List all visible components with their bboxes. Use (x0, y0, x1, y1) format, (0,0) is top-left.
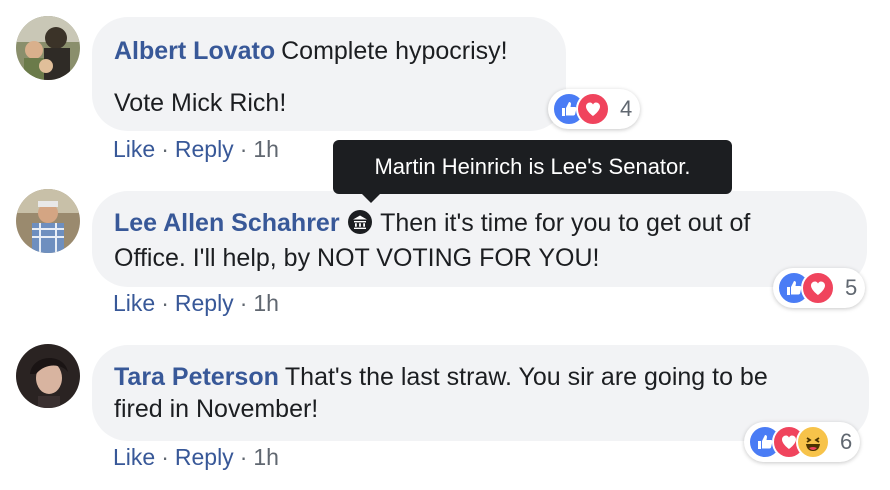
comment-text: Vote Mick Rich! (114, 89, 287, 117)
reply-link[interactable]: Reply (175, 136, 234, 162)
like-link[interactable]: Like (113, 444, 155, 470)
comment-line-1: Lee Allen Schahrer Then it's time for yo… (114, 207, 845, 242)
comment-author[interactable]: Lee Allen Schahrer (114, 209, 340, 237)
comment-author[interactable]: Albert Lovato (114, 37, 275, 65)
love-icon (576, 92, 610, 126)
separator: · (161, 290, 169, 316)
avatar[interactable] (16, 344, 80, 408)
government-building-icon[interactable] (347, 210, 372, 242)
reactions-summary[interactable]: 5 (773, 268, 866, 308)
like-link[interactable]: Like (113, 136, 155, 162)
comment-author[interactable]: Tara Peterson (114, 363, 279, 391)
comment-line-2: Office. I'll help, by NOT VOTING FOR YOU… (114, 242, 845, 274)
comment-line-2: fired in November! (114, 393, 847, 425)
comment-actions: Like · Reply · 1h (113, 136, 279, 163)
comment-text: Then it's time for you to get out of (380, 209, 751, 237)
separator: · (239, 444, 248, 470)
timestamp[interactable]: 1h (253, 444, 279, 470)
like-link[interactable]: Like (113, 290, 155, 316)
reaction-count: 6 (840, 429, 853, 454)
comment-actions: Like · Reply · 1h (113, 290, 279, 317)
separator: · (161, 136, 169, 162)
comment-text: That's the last straw. You sir are going… (284, 363, 768, 391)
comment-text: fired in November! (114, 395, 319, 423)
reply-link[interactable]: Reply (175, 444, 234, 470)
haha-icon (796, 425, 830, 459)
reactions-summary[interactable]: 6 (744, 422, 861, 462)
comment-line-1: Tara Peterson That's the last straw. You … (114, 361, 847, 393)
tooltip-arrow (362, 194, 380, 203)
tooltip: Martin Heinrich is Lee's Senator. (333, 140, 732, 194)
avatar[interactable] (16, 16, 80, 80)
reaction-count: 4 (620, 96, 633, 121)
comment-text: Complete hypocrisy! (281, 37, 508, 65)
comment-line-1: Albert Lovato Complete hypocrisy! (114, 35, 544, 67)
separator: · (239, 290, 248, 316)
timestamp[interactable]: 1h (253, 136, 279, 162)
separator: · (239, 136, 248, 162)
reaction-count: 5 (845, 275, 858, 300)
love-icon (801, 271, 835, 305)
tooltip-text: Martin Heinrich is Lee's Senator. (374, 154, 691, 179)
timestamp[interactable]: 1h (253, 290, 279, 316)
reply-link[interactable]: Reply (175, 290, 234, 316)
reactions-summary[interactable]: 4 (548, 89, 641, 129)
comment-actions: Like · Reply · 1h (113, 444, 279, 471)
comment-line-2: Vote Mick Rich! (114, 87, 544, 119)
separator: · (161, 444, 169, 470)
comment-bubble: Albert Lovato Complete hypocrisy! Vote Mi… (92, 17, 566, 131)
avatar[interactable] (16, 189, 80, 253)
comment-bubble: Lee Allen Schahrer Then it's time for yo… (92, 191, 867, 287)
comment-text: Office. I'll help, by NOT VOTING FOR YOU… (114, 244, 600, 272)
